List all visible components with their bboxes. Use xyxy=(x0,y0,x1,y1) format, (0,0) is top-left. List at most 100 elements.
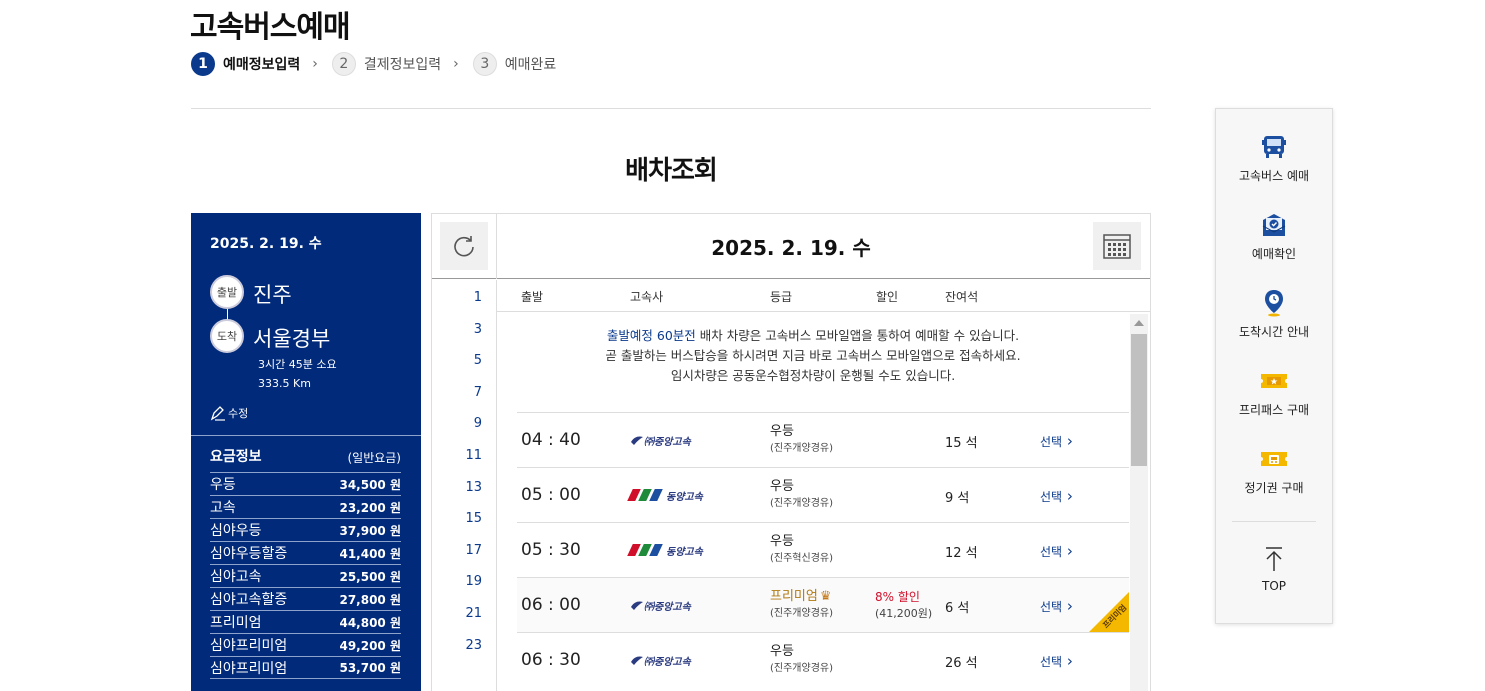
hour-filter-item[interactable]: 11 xyxy=(432,448,482,463)
select-button[interactable]: 선택 › xyxy=(1040,432,1073,450)
fare-subtitle: (일반요금) xyxy=(347,451,401,465)
fare-price: 41,400 원 xyxy=(339,546,401,561)
select-button[interactable]: 선택 › xyxy=(1040,652,1073,670)
bus-company-name: ㈜중앙고속 xyxy=(644,601,691,613)
fare-grade: 심야우등할증 xyxy=(210,546,288,562)
hour-filter-item[interactable]: 15 xyxy=(432,511,482,526)
bus-grade: 우등 (진주개양경유) xyxy=(770,644,833,676)
route-via: (진주개양경유) xyxy=(770,608,834,619)
bus-company-name: ㈜중앙고속 xyxy=(644,436,691,448)
fare-row: 심야고속 25,500 원 xyxy=(210,564,401,587)
scroll-up-icon[interactable] xyxy=(1134,320,1144,326)
location-pin-icon xyxy=(1216,289,1332,317)
fare-row: 심야우등 37,900 원 xyxy=(210,518,401,541)
discount-info: 8% 할인 (41,200원) xyxy=(875,589,932,622)
route-via: (진주개양경유) xyxy=(770,498,834,509)
fare-row: 프리미엄 44,800 원 xyxy=(210,610,401,633)
grade-name: 우등 xyxy=(770,644,794,659)
hour-filter-item[interactable]: 3 xyxy=(432,322,482,337)
schedule-rows: 04 : 40 ㈜중앙고속 우등 (진주개양경유) 15 석 선택 › 05 : 00 동양고… xyxy=(517,412,1129,687)
quick-menu-label: 정기권 구매 xyxy=(1244,481,1304,495)
remaining-seats: 15 석 xyxy=(945,436,978,451)
select-label: 선택 xyxy=(1040,655,1063,669)
col-company: 고속사 xyxy=(630,290,664,304)
departure-badge: 출발 xyxy=(210,275,244,309)
quick-bus-reservation[interactable]: 고속버스 예매 xyxy=(1216,133,1332,184)
fare-row: 우등 34,500 원 xyxy=(210,472,401,495)
grade-name: 우등 xyxy=(770,479,794,494)
quick-menu-label: 도착시간 안내 xyxy=(1238,325,1310,339)
bus-grade: 우등 (진주개양경유) xyxy=(770,479,833,511)
notice-line-2: 곧 출발하는 버스탑승을 하시려면 지금 바로 고속버스 모바일앱으로 접속하세… xyxy=(605,348,1021,363)
select-button[interactable]: 선택 › xyxy=(1040,542,1073,560)
edit-trip-button[interactable]: 수정 xyxy=(210,405,248,421)
bus-company: ㈜중앙고속 xyxy=(630,430,691,450)
select-button[interactable]: 선택 › xyxy=(1040,597,1073,615)
remaining-seats: 9 석 xyxy=(945,491,970,506)
quick-arrival-time[interactable]: 도착시간 안내 xyxy=(1216,289,1332,340)
scroll-thumb[interactable] xyxy=(1131,334,1147,466)
fare-row: 심야고속할증 27,800 원 xyxy=(210,587,401,610)
select-button[interactable]: 선택 › xyxy=(1040,487,1073,505)
trip-info-panel: 2025. 2. 19. 수 출발 진주 도착 서울경부 3시간 45분 소요 … xyxy=(191,213,421,691)
fare-price: 27,800 원 xyxy=(339,592,401,607)
ticket-check-icon xyxy=(1216,211,1332,239)
schedule-row: 05 : 30 동양고속 우등 (진주혁신경유) 12 석 선택 › xyxy=(517,522,1129,577)
quick-season-ticket[interactable]: 정기권 구매 xyxy=(1216,445,1332,496)
col-seats: 잔여석 xyxy=(945,290,979,304)
select-label: 선택 xyxy=(1040,490,1063,504)
hour-filter-item[interactable]: 21 xyxy=(432,606,482,621)
scroll-top-button[interactable]: TOP xyxy=(1216,545,1332,593)
fare-grade: 프리미엄 xyxy=(210,615,262,631)
notice-line-3: 임시차량은 공동운수협정차량이 운행될 수도 있습니다. xyxy=(670,368,956,383)
hour-filter-item[interactable]: 19 xyxy=(432,574,482,589)
fare-price: 37,900 원 xyxy=(339,523,401,538)
refresh-button[interactable] xyxy=(440,222,488,270)
remaining-seats: 26 석 xyxy=(945,656,978,671)
step-number: 3 xyxy=(472,52,497,76)
hour-filter-item[interactable]: 17 xyxy=(432,543,482,558)
trip-date: 2025. 2. 19. 수 xyxy=(210,236,322,252)
hour-filter-item[interactable]: 13 xyxy=(432,480,482,495)
departure-city: 진주 xyxy=(253,283,292,307)
schedule-row: 04 : 40 ㈜중앙고속 우등 (진주개양경유) 15 석 선택 › xyxy=(517,412,1129,467)
trip-distance: 333.5 Km xyxy=(258,377,311,390)
fare-grade: 심야프리미엄 xyxy=(210,638,288,654)
departure-time: 05 : 00 xyxy=(521,485,581,505)
season-ticket-icon xyxy=(1216,445,1332,473)
bus-company: ㈜중앙고속 xyxy=(630,595,691,615)
arrival-city: 서울경부 xyxy=(253,327,331,351)
col-grade: 등급 xyxy=(770,290,793,304)
quick-menu-label: 예매확인 xyxy=(1251,247,1297,261)
calendar-button[interactable] xyxy=(1093,222,1141,270)
select-label: 선택 xyxy=(1040,600,1063,614)
freepass-icon xyxy=(1216,367,1332,395)
jungang-logo-icon xyxy=(631,601,643,610)
hour-filter-item[interactable]: 5 xyxy=(432,353,482,368)
fare-row: 심야우등할증 41,400 원 xyxy=(210,541,401,564)
chevron-right-icon: › xyxy=(1062,652,1073,670)
departure-time: 05 : 30 xyxy=(521,540,581,560)
bus-icon xyxy=(1216,133,1332,161)
grade-name: 프리미엄 xyxy=(770,589,818,604)
fare-list: 우등 34,500 원 고속 23,200 원 심야우등 37,900 원심야우등할증 41… xyxy=(210,472,401,679)
fare-grade: 심야고속 xyxy=(210,569,262,585)
hour-filter-item[interactable]: 7 xyxy=(432,385,482,400)
calendar-icon xyxy=(1103,234,1131,259)
fare-row: 고속 23,200 원 xyxy=(210,495,401,518)
hour-filter-item[interactable]: 9 xyxy=(432,416,482,431)
fare-grade: 우등 xyxy=(210,477,236,493)
crown-icon: ♛ xyxy=(819,589,832,604)
hour-filter-item[interactable]: 1 xyxy=(432,290,482,305)
hour-filter-item[interactable]: 23 xyxy=(432,638,482,653)
quick-reservation-check[interactable]: 예매확인 xyxy=(1216,211,1332,262)
chevron-right-icon: › xyxy=(312,56,318,72)
fare-price: 25,500 원 xyxy=(339,569,401,584)
remaining-seats: 6 석 xyxy=(945,601,970,616)
select-label: 선택 xyxy=(1040,545,1063,559)
fare-price: 49,200 원 xyxy=(339,638,401,653)
bus-company-name: 동양고속 xyxy=(666,546,703,558)
quick-freepass[interactable]: 프리패스 구매 xyxy=(1216,367,1332,418)
scrollbar[interactable] xyxy=(1130,314,1148,691)
quick-menu-label: 고속버스 예매 xyxy=(1238,169,1310,183)
